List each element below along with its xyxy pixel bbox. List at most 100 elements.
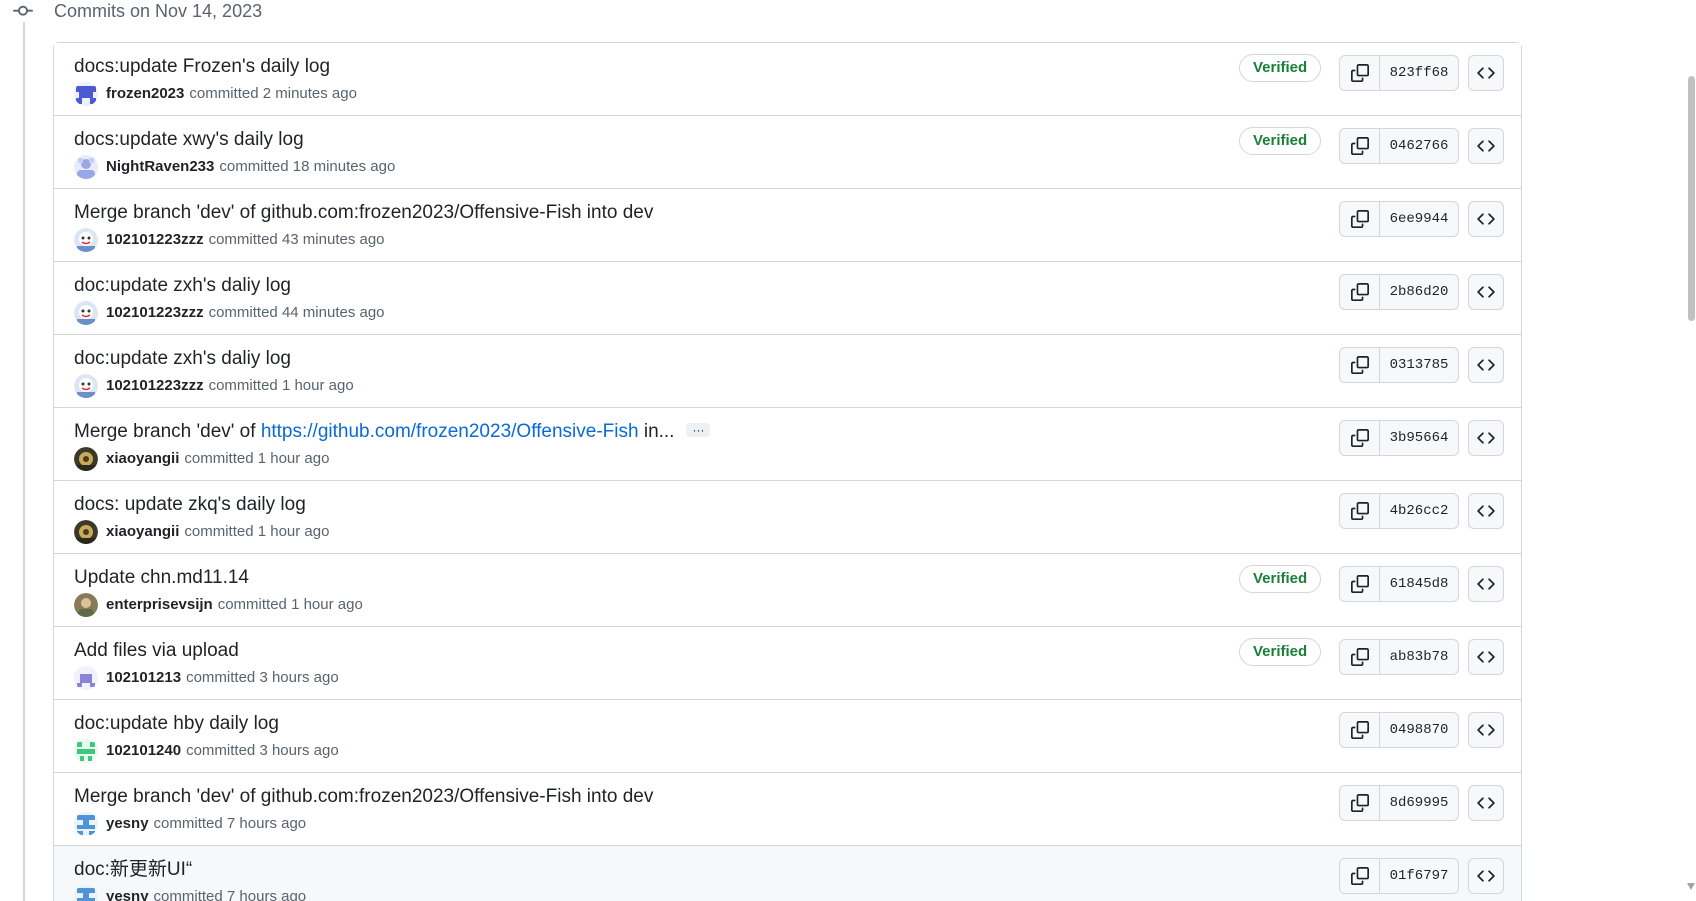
verified-badge[interactable]: Verified bbox=[1239, 127, 1322, 155]
avatar[interactable] bbox=[74, 520, 98, 544]
commit-sha-link[interactable]: 0498870 bbox=[1380, 713, 1458, 747]
relative-time[interactable]: 1 hour ago bbox=[258, 520, 330, 544]
browse-repo-button[interactable] bbox=[1468, 712, 1504, 748]
author-link[interactable]: 102101223zzz bbox=[106, 301, 204, 325]
commit-message[interactable]: docs:update xwy's daily log bbox=[74, 128, 304, 152]
avatar[interactable] bbox=[74, 374, 98, 398]
commit-message[interactable]: doc:update hby daily log bbox=[74, 712, 279, 736]
avatar[interactable] bbox=[74, 228, 98, 252]
author-link[interactable]: enterprisevsijn bbox=[106, 593, 213, 617]
commit-sha-link[interactable]: 0462766 bbox=[1380, 129, 1458, 163]
copy-sha-button[interactable] bbox=[1340, 202, 1380, 236]
relative-time[interactable]: 18 minutes ago bbox=[293, 155, 396, 179]
page-scrollbar[interactable] bbox=[1686, 0, 1696, 901]
copy-sha-button[interactable] bbox=[1340, 129, 1380, 163]
author-link[interactable]: NightRaven233 bbox=[106, 155, 214, 179]
relative-time[interactable]: 1 hour ago bbox=[291, 593, 363, 617]
commit-message[interactable]: Merge branch 'dev' of https://github.com… bbox=[74, 420, 711, 444]
commit-sha-link[interactable]: 823ff68 bbox=[1380, 56, 1458, 90]
copy-sha-button[interactable] bbox=[1340, 713, 1380, 747]
relative-time[interactable]: 7 hours ago bbox=[227, 812, 306, 836]
author-link[interactable]: yesny bbox=[106, 812, 149, 836]
expand-message-button[interactable]: ··· bbox=[686, 422, 711, 437]
author-link[interactable]: 102101223zzz bbox=[106, 228, 204, 252]
avatar[interactable] bbox=[74, 666, 98, 690]
commit-message[interactable]: Add files via upload bbox=[74, 639, 239, 663]
author-link[interactable]: 102101213 bbox=[106, 666, 181, 690]
avatar[interactable] bbox=[74, 812, 98, 836]
verified-badge[interactable]: Verified bbox=[1239, 638, 1322, 666]
commit-message[interactable]: Merge branch 'dev' of github.com:frozen2… bbox=[74, 785, 653, 809]
browse-repo-button[interactable] bbox=[1468, 566, 1504, 602]
commit-meta: 102101240 committed 3 hours ago bbox=[74, 739, 339, 763]
commit-sha-link[interactable]: 6ee9944 bbox=[1380, 202, 1458, 236]
avatar[interactable] bbox=[74, 155, 98, 179]
copy-sha-button[interactable] bbox=[1340, 494, 1380, 528]
relative-time[interactable]: 7 hours ago bbox=[227, 885, 306, 901]
relative-time[interactable]: 3 hours ago bbox=[259, 666, 338, 690]
author-link[interactable]: 102101223zzz bbox=[106, 374, 204, 398]
avatar[interactable] bbox=[74, 739, 98, 763]
commit-action: committed bbox=[217, 596, 287, 613]
browse-repo-button[interactable] bbox=[1468, 347, 1504, 383]
browse-repo-button[interactable] bbox=[1468, 639, 1504, 675]
relative-time[interactable]: 43 minutes ago bbox=[282, 228, 385, 252]
commit-message[interactable]: Merge branch 'dev' of github.com:frozen2… bbox=[74, 201, 653, 225]
copy-sha-button[interactable] bbox=[1340, 640, 1380, 674]
commit-sha-link[interactable]: 8d69995 bbox=[1380, 786, 1458, 820]
commit-sha-link[interactable]: 61845d8 bbox=[1380, 567, 1458, 601]
browse-repo-button[interactable] bbox=[1468, 201, 1504, 237]
browse-repo-button[interactable] bbox=[1468, 420, 1504, 456]
copy-sha-button[interactable] bbox=[1340, 567, 1380, 601]
commit-message[interactable]: doc:update zxh's daliy log bbox=[74, 347, 291, 371]
verified-badge[interactable]: Verified bbox=[1239, 565, 1322, 593]
commit-sha-link[interactable]: 0313785 bbox=[1380, 348, 1458, 382]
commit-message[interactable]: Update chn.md11.14 bbox=[74, 566, 249, 590]
sha-button-group: 61845d8 bbox=[1339, 566, 1459, 602]
commit-row: doc:update zxh's daliy log 102101223zzz … bbox=[54, 335, 1521, 408]
commit-sha-link[interactable]: 01f6797 bbox=[1380, 859, 1458, 893]
browse-repo-button[interactable] bbox=[1468, 128, 1504, 164]
author-link[interactable]: xiaoyangii bbox=[106, 447, 179, 471]
avatar[interactable] bbox=[74, 82, 98, 106]
scrollbar-thumb[interactable] bbox=[1688, 76, 1695, 321]
author-link[interactable]: 102101240 bbox=[106, 739, 181, 763]
copy-sha-button[interactable] bbox=[1340, 275, 1380, 309]
commit-message-prefix[interactable]: Merge branch 'dev' of bbox=[74, 421, 261, 442]
commit-sha-link[interactable]: 2b86d20 bbox=[1380, 275, 1458, 309]
commit-message-suffix[interactable]: in... bbox=[639, 421, 675, 442]
commit-message[interactable]: doc:update zxh's daliy log bbox=[74, 274, 291, 298]
avatar[interactable] bbox=[74, 885, 98, 901]
copy-sha-button[interactable] bbox=[1340, 56, 1380, 90]
relative-time[interactable]: 2 minutes ago bbox=[263, 82, 357, 106]
commit-sha-link[interactable]: 3b95664 bbox=[1380, 421, 1458, 455]
commit-message[interactable]: doc:新更新UI“ bbox=[74, 858, 192, 882]
relative-time[interactable]: 1 hour ago bbox=[258, 447, 330, 471]
browse-repo-button[interactable] bbox=[1468, 493, 1504, 529]
avatar[interactable] bbox=[74, 593, 98, 617]
verified-badge[interactable]: Verified bbox=[1239, 54, 1322, 82]
scroll-down-arrow-icon[interactable] bbox=[1687, 883, 1695, 890]
commit-sha-link[interactable]: 4b26cc2 bbox=[1380, 494, 1458, 528]
copy-sha-button[interactable] bbox=[1340, 421, 1380, 455]
commit-message[interactable]: docs: update zkq's daily log bbox=[74, 493, 306, 517]
browse-repo-button[interactable] bbox=[1468, 785, 1504, 821]
copy-sha-button[interactable] bbox=[1340, 859, 1380, 893]
copy-sha-button[interactable] bbox=[1340, 786, 1380, 820]
copy-sha-button[interactable] bbox=[1340, 348, 1380, 382]
relative-time[interactable]: 44 minutes ago bbox=[282, 301, 385, 325]
relative-time[interactable]: 3 hours ago bbox=[259, 739, 338, 763]
author-link[interactable]: xiaoyangii bbox=[106, 520, 179, 544]
relative-time[interactable]: 1 hour ago bbox=[282, 374, 354, 398]
browse-repo-button[interactable] bbox=[1468, 55, 1504, 91]
commit-message-link[interactable]: https://github.com/frozen2023/Offensive-… bbox=[261, 421, 639, 442]
author-link[interactable]: yesny bbox=[106, 885, 149, 901]
code-icon bbox=[1477, 432, 1495, 444]
commit-sha-link[interactable]: ab83b78 bbox=[1380, 640, 1458, 674]
avatar[interactable] bbox=[74, 447, 98, 471]
avatar[interactable] bbox=[74, 301, 98, 325]
browse-repo-button[interactable] bbox=[1468, 274, 1504, 310]
author-link[interactable]: frozen2023 bbox=[106, 82, 184, 106]
browse-repo-button[interactable] bbox=[1468, 858, 1504, 894]
commit-message[interactable]: docs:update Frozen's daily log bbox=[74, 55, 330, 79]
